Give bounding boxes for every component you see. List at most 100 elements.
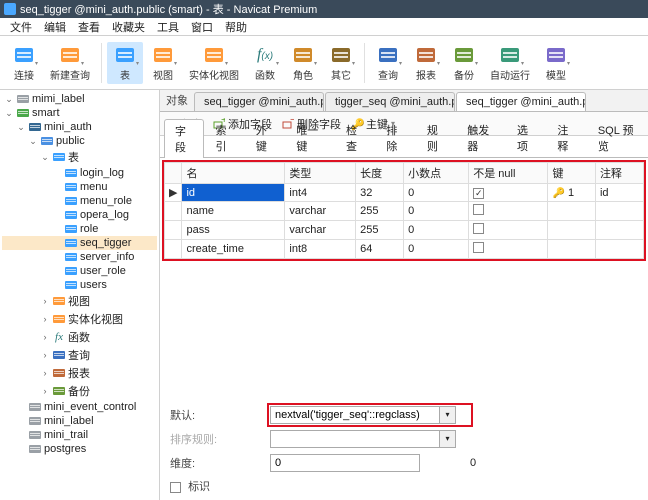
toolbar-mview-button[interactable]: ▾实体化视图 xyxy=(183,42,245,84)
table-row[interactable]: create_timeint8640 xyxy=(165,240,644,259)
designer-tab-5[interactable]: 排除 xyxy=(375,118,415,157)
tree-node-mini_auth[interactable]: ⌄mini_auth xyxy=(2,120,157,134)
cell-notnull[interactable] xyxy=(469,240,548,259)
tree-node-public[interactable]: ⌄public xyxy=(2,134,157,148)
notnull-checkbox[interactable] xyxy=(473,223,484,234)
cell-decimal[interactable]: 0 xyxy=(404,221,469,240)
tree-toggle-icon[interactable]: › xyxy=(40,386,50,396)
toolbar-model-button[interactable]: ▾模型 xyxy=(538,42,574,84)
notnull-checkbox[interactable] xyxy=(473,188,484,199)
grid-header[interactable]: 不是 null xyxy=(469,163,548,184)
notnull-checkbox[interactable] xyxy=(473,242,484,253)
sort-dropdown-arrow-icon[interactable]: ▾ xyxy=(440,430,456,448)
cell-type[interactable]: int4 xyxy=(285,184,356,202)
tree-node-实体化视图[interactable]: ›实体化视图 xyxy=(2,310,157,328)
designer-tab-10[interactable]: SQL 预览 xyxy=(587,118,648,157)
identity-checkbox[interactable] xyxy=(170,482,181,493)
grid-header[interactable]: 注释 xyxy=(595,163,643,184)
tree-node-mini_trail[interactable]: mini_trail xyxy=(2,428,157,442)
cell-comment[interactable] xyxy=(595,221,643,240)
grid-header[interactable]: 小数点 xyxy=(404,163,469,184)
toolbar-connect-button[interactable]: ▾连接 xyxy=(6,42,42,84)
tree-node-login_log[interactable]: login_log xyxy=(2,166,157,180)
tree-node-postgres[interactable]: postgres xyxy=(2,442,157,456)
tree-node-server_info[interactable]: server_info xyxy=(2,250,157,264)
cell-length[interactable]: 32 xyxy=(356,184,404,202)
tree-toggle-icon[interactable]: ⌄ xyxy=(4,108,14,119)
cell-key[interactable]: 🔑 1 xyxy=(548,184,595,202)
menu-编辑[interactable]: 编辑 xyxy=(38,19,72,35)
menu-收藏夹[interactable]: 收藏夹 xyxy=(106,19,151,35)
tree-node-表[interactable]: ⌄表 xyxy=(2,148,157,166)
fields-grid[interactable]: 名类型长度小数点不是 null键注释▶idint4320🔑 1idnamevar… xyxy=(164,162,644,259)
tree-node-mini_event_control[interactable]: mini_event_control xyxy=(2,400,157,414)
designer-tab-0[interactable]: 字段 xyxy=(164,119,204,158)
toolbar-query-button[interactable]: ▾查询 xyxy=(370,42,406,84)
editor-tab[interactable]: tigger_seq @mini_auth.public xyxy=(325,92,455,111)
cell-notnull[interactable] xyxy=(469,221,548,240)
tree-node-函数[interactable]: ›fx函数 xyxy=(2,328,157,346)
menu-查看[interactable]: 查看 xyxy=(72,19,106,35)
tree-node-opera_log[interactable]: opera_log xyxy=(2,208,157,222)
toolbar-newquery-button[interactable]: ▾新建查询 xyxy=(44,42,96,84)
tree-toggle-icon[interactable]: ⌄ xyxy=(28,136,38,147)
cell-type[interactable]: varchar xyxy=(285,202,356,221)
cell-decimal[interactable]: 0 xyxy=(404,202,469,221)
editor-tab[interactable]: seq_tigger @mini_auth.publi... xyxy=(456,92,586,111)
default-value-input[interactable] xyxy=(270,406,440,424)
menu-工具[interactable]: 工具 xyxy=(151,19,185,35)
cell-length[interactable]: 255 xyxy=(356,221,404,240)
table-row[interactable]: ▶idint4320🔑 1id xyxy=(165,184,644,202)
tree-toggle-icon[interactable]: › xyxy=(40,350,50,360)
cell-key[interactable] xyxy=(548,202,595,221)
grid-header[interactable]: 长度 xyxy=(356,163,404,184)
tree-node-user_role[interactable]: user_role xyxy=(2,264,157,278)
cell-name[interactable]: create_time xyxy=(182,240,285,259)
tree-node-users[interactable]: users xyxy=(2,278,157,292)
toolbar-view-button[interactable]: ▾视图 xyxy=(145,42,181,84)
cell-notnull[interactable] xyxy=(469,184,548,202)
menu-窗口[interactable]: 窗口 xyxy=(185,19,219,35)
cell-name[interactable]: id xyxy=(182,184,285,202)
tree-toggle-icon[interactable]: ⌄ xyxy=(4,94,14,105)
toolbar-report-button[interactable]: ▾报表 xyxy=(408,42,444,84)
editor-tab[interactable]: seq_tigger @mini_auth.publi... xyxy=(194,92,324,111)
tree-node-视图[interactable]: ›视图 xyxy=(2,292,157,310)
designer-tab-7[interactable]: 触发器 xyxy=(456,118,506,157)
tree-toggle-icon[interactable]: › xyxy=(40,332,50,342)
cell-decimal[interactable]: 0 xyxy=(404,240,469,259)
cell-type[interactable]: int8 xyxy=(285,240,356,259)
designer-tab-6[interactable]: 规则 xyxy=(416,118,456,157)
toolbar-func-button[interactable]: f(x)▾函数 xyxy=(247,42,283,84)
cell-notnull[interactable] xyxy=(469,202,548,221)
cell-length[interactable]: 255 xyxy=(356,202,404,221)
designer-tab-4[interactable]: 检查 xyxy=(335,118,375,157)
tree-node-smart[interactable]: ⌄smart xyxy=(2,106,157,120)
grid-header[interactable]: 键 xyxy=(548,163,595,184)
objects-label[interactable]: 对象 xyxy=(160,90,194,111)
default-dropdown-arrow-icon[interactable]: ▾ xyxy=(440,406,456,424)
notnull-checkbox[interactable] xyxy=(473,204,484,215)
toolbar-other-button[interactable]: ▾其它 xyxy=(323,42,359,84)
toolbar-role-button[interactable]: ▾角色 xyxy=(285,42,321,84)
designer-tab-3[interactable]: 唯一键 xyxy=(285,118,335,157)
sort-rule-input[interactable] xyxy=(270,430,440,448)
tree-node-报表[interactable]: ›报表 xyxy=(2,364,157,382)
table-row[interactable]: passvarchar2550 xyxy=(165,221,644,240)
cell-name[interactable]: pass xyxy=(182,221,285,240)
cell-comment[interactable] xyxy=(595,202,643,221)
menu-帮助[interactable]: 帮助 xyxy=(219,19,253,35)
designer-tab-1[interactable]: 索引 xyxy=(204,118,244,157)
tree-node-menu_role[interactable]: menu_role xyxy=(2,194,157,208)
cell-type[interactable]: varchar xyxy=(285,221,356,240)
tree-node-备份[interactable]: ›备份 xyxy=(2,382,157,400)
tree-node-mini_label[interactable]: mini_label xyxy=(2,414,157,428)
tree-node-mimi_label[interactable]: ⌄mimi_label xyxy=(2,92,157,106)
grid-header[interactable]: 名 xyxy=(182,163,285,184)
cell-decimal[interactable]: 0 xyxy=(404,184,469,202)
tree-node-查询[interactable]: ›查询 xyxy=(2,346,157,364)
toolbar-backup-button[interactable]: ▾备份 xyxy=(446,42,482,84)
toolbar-auto-button[interactable]: ▾自动运行 xyxy=(484,42,536,84)
cell-name[interactable]: name xyxy=(182,202,285,221)
tree-toggle-icon[interactable]: ⌄ xyxy=(40,152,50,163)
